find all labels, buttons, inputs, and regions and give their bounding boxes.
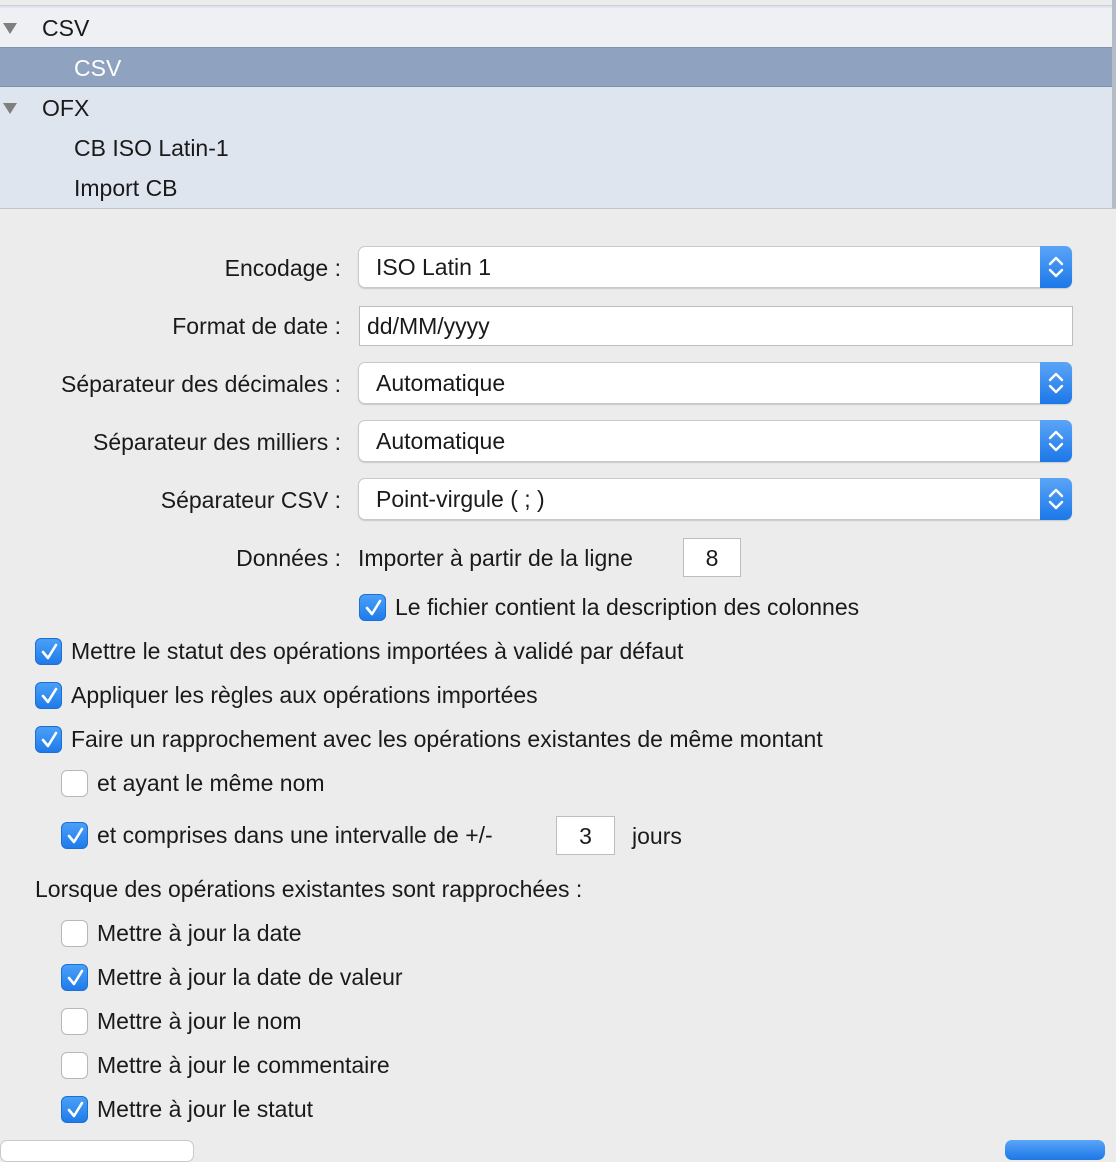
- checkbox-label: et ayant le même nom: [97, 770, 325, 796]
- checkbox-label: Le fichier contient la description des c…: [395, 594, 860, 620]
- decimal-separator-value: Automatique: [376, 370, 506, 396]
- checkbox-checked-icon[interactable]: [359, 594, 386, 621]
- outline-item-label: CSV: [74, 55, 122, 81]
- checkbox-label: Appliquer les règles aux opérations impo…: [71, 682, 538, 708]
- encoding-popup[interactable]: ISO Latin 1: [358, 246, 1072, 288]
- outline-scrollbar-edge[interactable]: [1112, 0, 1116, 208]
- interval-days-field[interactable]: 3: [556, 816, 615, 855]
- outline-group-label: OFX: [42, 95, 90, 121]
- disclosure-triangle-icon[interactable]: [3, 103, 17, 114]
- outline-group-ofx[interactable]: OFX: [0, 88, 1116, 128]
- outline-item-label: CB ISO Latin-1: [74, 135, 229, 161]
- data-label: Données :: [236, 545, 341, 571]
- encoding-value: ISO Latin 1: [376, 254, 492, 280]
- checkbox-label: Mettre à jour la date de valeur: [97, 964, 403, 990]
- secondary-button[interactable]: [0, 1140, 194, 1162]
- checkbox-label: Faire un rapprochement avec les opératio…: [71, 726, 823, 752]
- outline-group-csv[interactable]: CSV: [0, 8, 1116, 48]
- checkbox-label: Mettre à jour la date: [97, 920, 302, 946]
- date-format-field[interactable]: dd/MM/yyyy: [359, 306, 1073, 346]
- checkbox-checked-icon[interactable]: [61, 822, 88, 849]
- csv-separator-popup[interactable]: Point-virgule ( ; ): [358, 478, 1072, 520]
- outline-group-label: CSV: [42, 15, 90, 41]
- checkbox-unchecked-icon[interactable]: [61, 1052, 88, 1079]
- popup-arrows-icon: [1040, 420, 1072, 462]
- checkbox-checked-icon[interactable]: [35, 682, 62, 709]
- popup-arrows-icon: [1040, 478, 1072, 520]
- checkbox-label: Mettre à jour le nom: [97, 1008, 302, 1034]
- outline-top-border: [0, 0, 1116, 6]
- outline-item-csv[interactable]: CSV: [0, 47, 1116, 87]
- import-from-line-label: Importer à partir de la ligne: [358, 545, 633, 571]
- checkbox-label: Mettre à jour le statut: [97, 1096, 314, 1122]
- checkbox-label: Mettre à jour le commentaire: [97, 1052, 390, 1078]
- checkbox-label: et comprises dans une intervalle de +/-: [97, 822, 493, 848]
- disclosure-triangle-icon[interactable]: [3, 23, 17, 34]
- interval-unit-label: jours: [632, 823, 682, 849]
- popup-arrows-icon: [1040, 362, 1072, 404]
- format-outline-list: CSV CSV OFX CB ISO Latin-1 Import CB: [0, 0, 1116, 209]
- decimal-separator-popup[interactable]: Automatique: [358, 362, 1072, 404]
- matched-section-heading: Lorsque des opérations existantes sont r…: [35, 876, 583, 902]
- checkbox-label: Mettre le statut des opérations importée…: [71, 638, 684, 664]
- default-button[interactable]: [1005, 1140, 1105, 1160]
- outline-item-import-cb[interactable]: Import CB: [0, 168, 1116, 208]
- thousands-separator-label: Séparateur des milliers :: [93, 429, 341, 455]
- checkbox-checked-icon[interactable]: [61, 1096, 88, 1123]
- checkbox-checked-icon[interactable]: [35, 638, 62, 665]
- encoding-label: Encodage :: [224, 255, 341, 281]
- csv-separator-value: Point-virgule ( ; ): [376, 486, 545, 512]
- checkbox-unchecked-icon[interactable]: [61, 920, 88, 947]
- csv-separator-label: Séparateur CSV :: [160, 487, 341, 513]
- thousands-separator-value: Automatique: [376, 428, 506, 454]
- checkbox-checked-icon[interactable]: [61, 964, 88, 991]
- outline-item-label: Import CB: [74, 175, 178, 201]
- popup-arrows-icon: [1040, 246, 1072, 288]
- decimal-separator-label: Séparateur des décimales :: [61, 371, 341, 397]
- checkbox-unchecked-icon[interactable]: [61, 1008, 88, 1035]
- import-from-line-field[interactable]: 8: [683, 538, 741, 577]
- date-format-label: Format de date :: [172, 313, 341, 339]
- checkbox-checked-icon[interactable]: [35, 726, 62, 753]
- outline-item-cb-iso-latin[interactable]: CB ISO Latin-1: [0, 128, 1116, 168]
- thousands-separator-popup[interactable]: Automatique: [358, 420, 1072, 462]
- checkbox-unchecked-icon[interactable]: [61, 770, 88, 797]
